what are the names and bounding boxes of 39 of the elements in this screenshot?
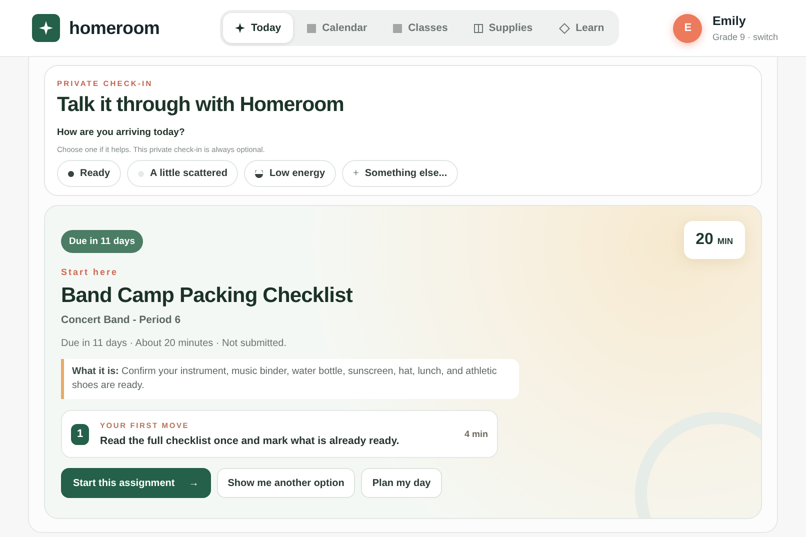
first-move-time: 4 min bbox=[464, 429, 488, 439]
option-button[interactable]: Plan my day bbox=[361, 468, 442, 498]
section-label: Start here bbox=[61, 267, 120, 277]
start-button[interactable]: Start this assignment → bbox=[61, 468, 211, 498]
square-icon bbox=[393, 24, 402, 32]
mood-chip[interactable]: Ready bbox=[57, 160, 122, 187]
logo-icon bbox=[32, 14, 60, 42]
plus-icon: + bbox=[353, 168, 359, 179]
mood-chip[interactable]: + Something else... bbox=[342, 160, 458, 187]
course-name: Concert Band - Period 6 bbox=[61, 314, 182, 326]
nav-tab[interactable]: Classes bbox=[381, 13, 460, 43]
first-move-text: Read the full checklist once and mark what is already ready. bbox=[100, 435, 400, 447]
duration-value: 20 bbox=[696, 231, 714, 249]
due-badge: Due in 11 days bbox=[61, 230, 144, 253]
duration-unit: MIN bbox=[717, 236, 733, 246]
check-in-title: Talk it through with Homeroom bbox=[57, 93, 345, 117]
nav-tab[interactable]: Calendar bbox=[295, 13, 380, 43]
arrow-icon: → bbox=[188, 478, 199, 488]
dot-icon bbox=[68, 170, 74, 176]
half-circle-icon bbox=[255, 170, 264, 178]
assignment-title: Band Camp Packing Checklist bbox=[61, 284, 354, 308]
diamond-icon bbox=[558, 22, 570, 34]
nav-tab[interactable]: Learn bbox=[546, 13, 616, 43]
brand-name: homeroom bbox=[69, 18, 160, 38]
nav-tab[interactable]: Today bbox=[223, 13, 294, 43]
columns-icon bbox=[474, 24, 483, 32]
assignment-description: What it is: Confirm your instrument, music binder, water bottle, sunscreen, hat, lunch, and athletic shoes are ready. bbox=[61, 359, 519, 399]
nav-tab[interactable]: Supplies bbox=[462, 13, 545, 43]
dot-icon bbox=[138, 170, 144, 176]
check-in-question: How are you arriving today? bbox=[57, 127, 186, 138]
square-icon bbox=[307, 24, 316, 32]
user-name: Emily bbox=[712, 14, 747, 28]
option-button[interactable]: Show me another option bbox=[216, 468, 356, 498]
assignment-meta: Due in 11 days · About 20 minutes · Not submitted. bbox=[61, 338, 288, 349]
step-number: 1 bbox=[71, 424, 89, 444]
sparkle-icon bbox=[235, 23, 245, 33]
mood-chip[interactable]: A little scattered bbox=[127, 160, 238, 187]
mood-chip[interactable]: Low energy bbox=[244, 160, 336, 187]
user-detail: Grade 9 · switch bbox=[712, 32, 778, 42]
